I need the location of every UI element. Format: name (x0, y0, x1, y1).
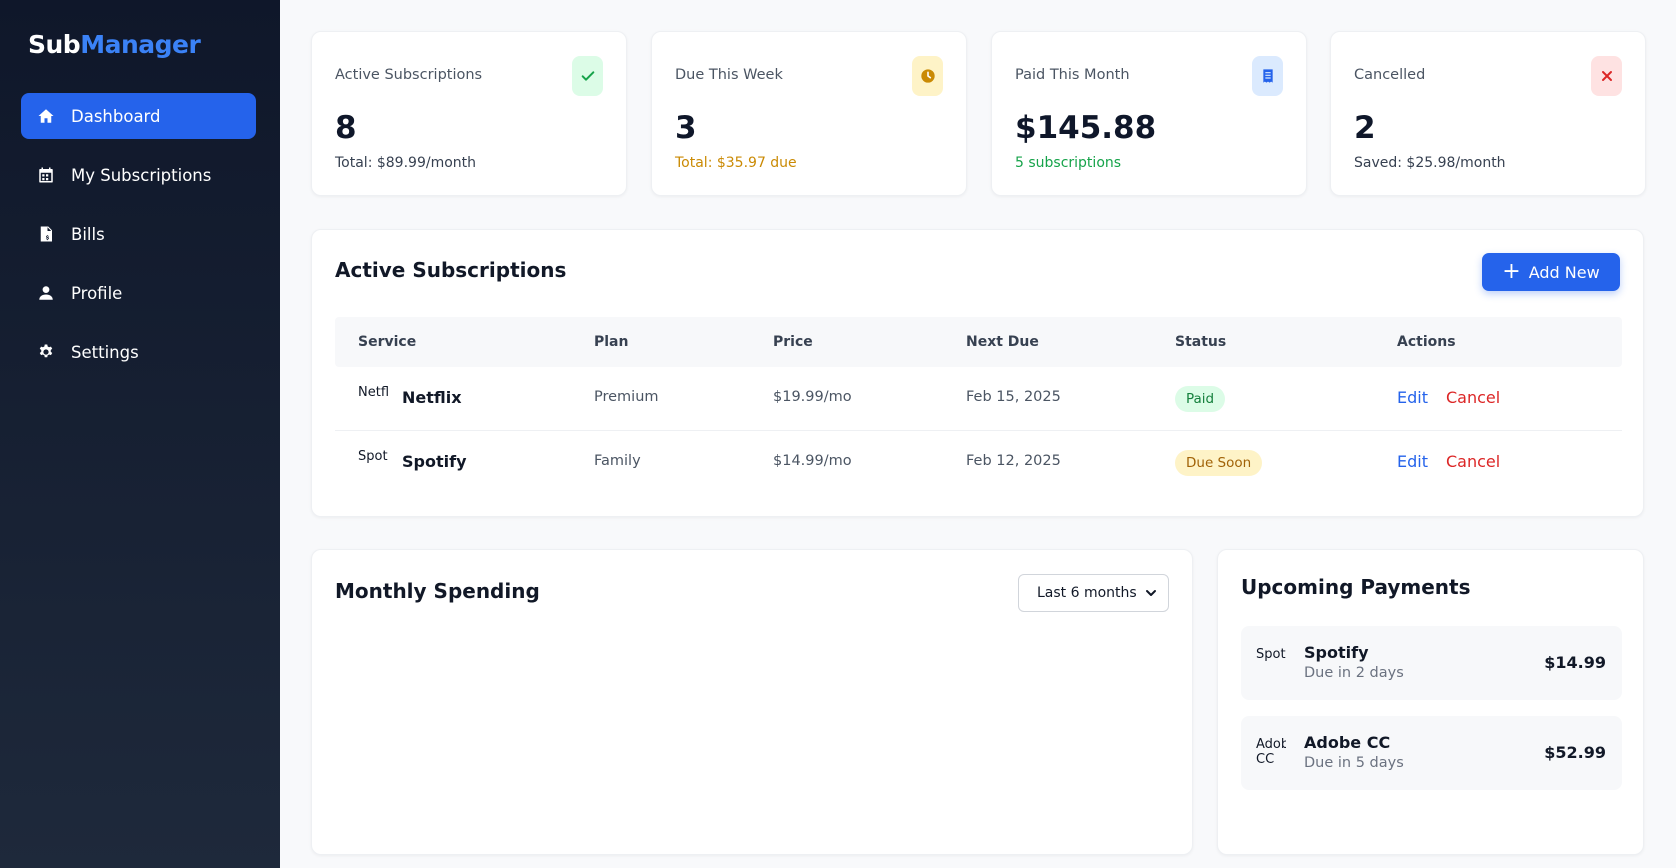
clock-icon (912, 56, 943, 96)
check-icon (572, 56, 603, 96)
payment-due-text: Due in 5 days (1304, 755, 1404, 771)
upcoming-payment-item[interactable]: Adobe CC Adobe CC Due in 5 days $52.99 (1241, 716, 1622, 790)
sidebar-item-label: Settings (71, 342, 139, 362)
table-row: Spotify Spotify Family $14.99/mo Feb 12,… (335, 431, 1622, 495)
stat-card-active-subscriptions: Active Subscriptions 8 Total: $89.99/mon… (311, 31, 627, 196)
stat-card-due-this-week: Due This Week 3 Total: $35.97 due (651, 31, 967, 196)
upcoming-payments-card: Upcoming Payments Spotify Spotify Due in… (1217, 549, 1644, 855)
add-new-button[interactable]: + Add New (1482, 253, 1620, 291)
stat-card-cancelled: Cancelled 2 Saved: $25.98/month (1330, 31, 1646, 196)
monthly-spending-card: Monthly Spending Last 6 months (311, 549, 1193, 855)
home-icon (35, 105, 57, 127)
edit-button[interactable]: Edit (1397, 452, 1428, 471)
active-subscriptions-card: Active Subscriptions + Add New Service P… (311, 229, 1644, 517)
invoice-icon (35, 223, 57, 245)
service-name: Netflix (402, 388, 462, 407)
stat-value: $145.88 (1015, 110, 1157, 146)
price-cell: $19.99/mo (773, 389, 852, 405)
cancel-button[interactable]: Cancel (1446, 452, 1500, 471)
service-logo: Spotify (358, 449, 388, 464)
payment-service-name: Adobe CC (1304, 733, 1391, 752)
range-select-value: Last 6 months (1037, 585, 1137, 601)
sidebar-item-label: Profile (71, 283, 123, 303)
sidebar-item-settings[interactable]: Settings (21, 329, 256, 375)
sidebar-nav: Dashboard My Subscriptions Bills Profile… (21, 93, 256, 388)
edit-button[interactable]: Edit (1397, 388, 1428, 407)
stat-label: Cancelled (1354, 67, 1426, 83)
sidebar-item-label: Dashboard (71, 106, 161, 126)
stat-subtext: Total: $35.97 due (675, 155, 797, 171)
main-content: Active Subscriptions 8 Total: $89.99/mon… (280, 0, 1676, 868)
range-select[interactable]: Last 6 months (1018, 574, 1169, 612)
upcoming-payment-item[interactable]: Spotify Spotify Due in 2 days $14.99 (1241, 626, 1622, 700)
sidebar-item-label: My Subscriptions (71, 165, 212, 185)
payment-amount: $52.99 (1544, 743, 1606, 762)
column-header-price: Price (773, 334, 813, 350)
stat-subtext: 5 subscriptions (1015, 155, 1122, 171)
service-name: Spotify (402, 452, 467, 471)
section-title: Active Subscriptions (335, 258, 567, 282)
receipt-icon (1252, 56, 1283, 96)
column-header-actions: Actions (1397, 334, 1456, 350)
next-due-cell: Feb 15, 2025 (966, 389, 1061, 405)
user-icon (35, 282, 57, 304)
calendar-icon (35, 164, 57, 186)
sidebar-item-my-subscriptions[interactable]: My Subscriptions (21, 152, 256, 198)
stat-label: Active Subscriptions (335, 67, 483, 83)
stat-value: 3 (675, 110, 697, 146)
plus-icon: + (1502, 259, 1521, 284)
section-title: Monthly Spending (335, 579, 540, 603)
column-header-plan: Plan (594, 334, 629, 350)
stat-value: 8 (335, 110, 357, 146)
sidebar-item-label: Bills (71, 224, 105, 244)
add-new-label: Add New (1528, 262, 1600, 282)
payment-due-text: Due in 2 days (1304, 665, 1404, 681)
stat-card-paid-this-month: Paid This Month $145.88 5 subscriptions (991, 31, 1307, 196)
price-cell: $14.99/mo (773, 453, 852, 469)
payment-service-name: Spotify (1304, 643, 1369, 662)
payment-amount: $14.99 (1544, 653, 1606, 672)
column-header-next-due: Next Due (966, 334, 1039, 350)
status-badge: Paid (1175, 386, 1226, 412)
chevron-down-icon (1146, 590, 1156, 596)
cancel-button[interactable]: Cancel (1446, 388, 1500, 407)
stat-label: Paid This Month (1015, 67, 1130, 83)
service-logo: Spotify (1256, 647, 1286, 662)
plan-cell: Family (594, 453, 641, 469)
plan-cell: Premium (594, 389, 659, 405)
stat-label: Due This Week (675, 67, 783, 83)
column-header-status: Status (1175, 334, 1227, 350)
brand-name-part2: Manager (80, 30, 201, 59)
sidebar: SubManager Dashboard My Subscriptions Bi… (0, 0, 280, 868)
brand-logo[interactable]: SubManager (28, 30, 201, 59)
service-logo: Netflix (358, 385, 388, 400)
sidebar-item-dashboard[interactable]: Dashboard (21, 93, 256, 139)
close-icon (1591, 56, 1622, 96)
table-header: Service Plan Price Next Due Status Actio… (335, 317, 1622, 367)
spending-chart-area (335, 634, 1171, 834)
stat-subtext: Saved: $25.98/month (1354, 155, 1506, 171)
next-due-cell: Feb 12, 2025 (966, 453, 1061, 469)
stat-value: 2 (1354, 110, 1376, 146)
sidebar-item-profile[interactable]: Profile (21, 270, 256, 316)
status-badge: Due Soon (1175, 450, 1263, 476)
column-header-service: Service (358, 334, 417, 350)
brand-name-part1: Sub (28, 30, 81, 59)
service-logo: Adobe CC (1256, 737, 1286, 767)
table-row: Netflix Netflix Premium $19.99/mo Feb 15… (335, 367, 1622, 431)
section-title: Upcoming Payments (1241, 575, 1471, 599)
sidebar-item-bills[interactable]: Bills (21, 211, 256, 257)
stat-subtext: Total: $89.99/month (335, 155, 477, 171)
gear-icon (35, 341, 57, 363)
